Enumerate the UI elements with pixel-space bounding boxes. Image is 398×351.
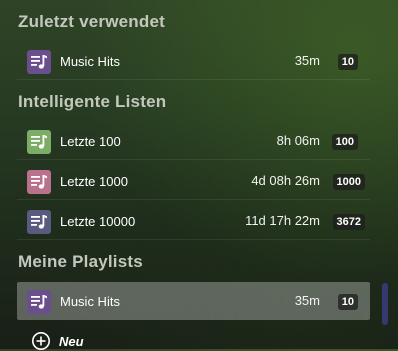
list-item-duration: 8h 06m xyxy=(276,133,320,148)
list-item-smart-letzte-1000[interactable]: Letzte 1000 4d 08h 26m 1000 xyxy=(17,162,370,200)
playlist-music-icon xyxy=(27,130,51,154)
new-playlist-button[interactable]: Neu xyxy=(31,331,84,351)
playlist-music-icon xyxy=(27,290,51,314)
playlist-music-icon xyxy=(27,50,51,74)
list-item-duration: 4d 08h 26m xyxy=(251,173,320,188)
section-title-smart-lists: Intelligente Listen xyxy=(18,92,167,111)
list-item-count-badge: 10 xyxy=(337,294,358,310)
playlist-music-icon xyxy=(27,210,51,234)
list-item-smart-letzte-100[interactable]: Letzte 100 8h 06m 100 xyxy=(17,122,370,160)
list-item-recent-music-hits[interactable]: Music Hits 35m 10 xyxy=(17,42,370,80)
list-item-duration: 35m xyxy=(294,53,320,68)
playlist-music-icon xyxy=(27,170,51,194)
list-item-count-badge: 3672 xyxy=(332,214,365,230)
section-title-recent: Zuletzt verwendet xyxy=(18,12,165,31)
list-item-label: Letzte 100 xyxy=(60,134,121,149)
scrollbar-thumb[interactable] xyxy=(382,283,388,325)
list-item-count-badge: 100 xyxy=(331,134,358,150)
list-item-label: Music Hits xyxy=(60,54,120,69)
list-item-label: Letzte 1000 xyxy=(60,174,128,189)
plus-circle-icon xyxy=(32,332,50,350)
list-item-label: Music Hits xyxy=(60,294,120,309)
list-item-smart-letzte-10000[interactable]: Letzte 10000 11d 17h 22m 3672 xyxy=(17,202,370,240)
new-playlist-label: Neu xyxy=(59,333,84,349)
playlist-panel: Zuletzt verwendet Music Hits 35m 10 Inte… xyxy=(0,0,398,351)
list-item-label: Letzte 10000 xyxy=(60,214,136,229)
list-item-playlist-music-hits[interactable]: Music Hits 35m 10 xyxy=(17,282,370,320)
section-title-my-playlists: Meine Playlists xyxy=(18,252,143,271)
list-item-count-badge: 10 xyxy=(337,54,358,70)
list-item-duration: 11d 17h 22m xyxy=(245,213,320,228)
list-item-duration: 35m xyxy=(294,293,320,308)
list-item-count-badge: 1000 xyxy=(332,174,365,190)
